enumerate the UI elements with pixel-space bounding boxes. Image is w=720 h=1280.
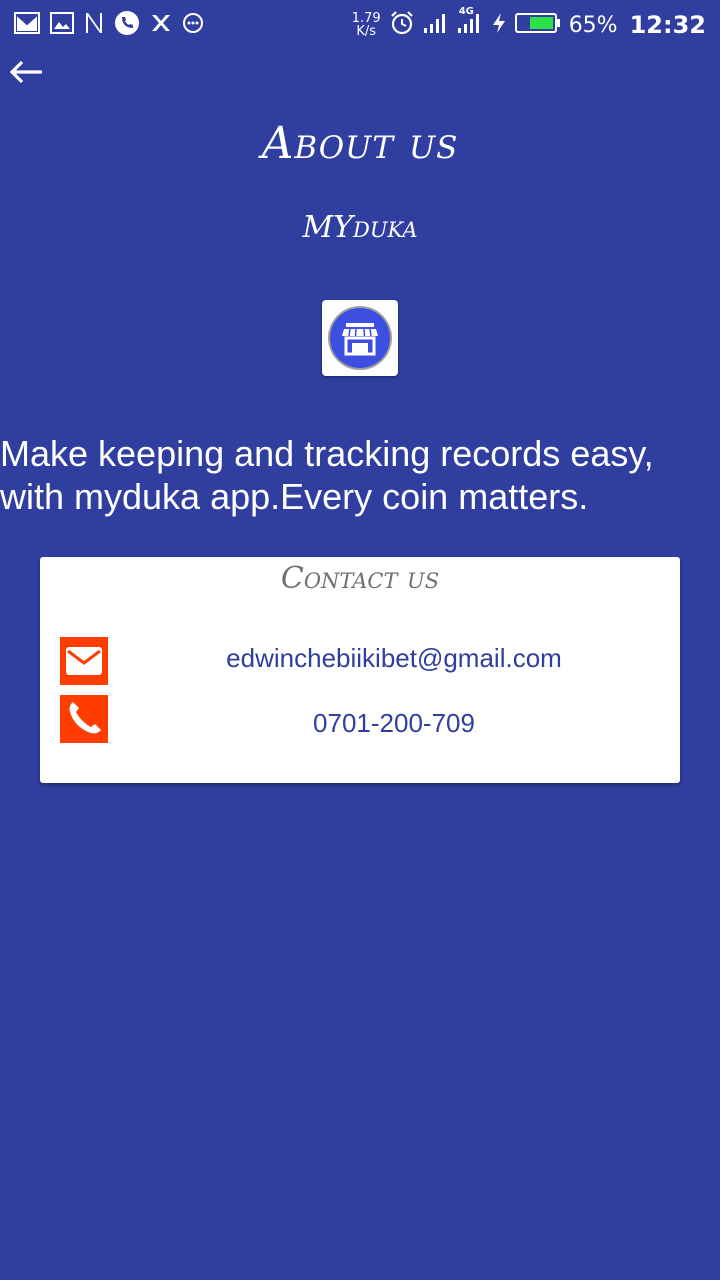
contact-email[interactable]: edwinchebiikibet@gmail.com bbox=[128, 643, 660, 674]
phone-call-icon bbox=[114, 10, 140, 40]
x-app-icon bbox=[150, 12, 172, 38]
back-button[interactable] bbox=[6, 56, 46, 88]
about-tagline: Make keeping and tracking records easy, … bbox=[0, 433, 654, 517]
store-icon bbox=[328, 306, 392, 370]
status-time: 12:32 bbox=[629, 11, 706, 39]
notification-icons bbox=[14, 10, 214, 40]
gmail-icon bbox=[14, 12, 40, 38]
page-title: About us bbox=[261, 118, 459, 169]
network-type-label: 4G bbox=[458, 6, 474, 17]
battery-percent: 65% bbox=[568, 12, 618, 38]
signal-4g-icon: 4G bbox=[457, 6, 483, 38]
charging-icon bbox=[491, 12, 507, 38]
contact-phone[interactable]: 0701-200-709 bbox=[128, 708, 660, 739]
contact-title: Contact us bbox=[280, 561, 440, 596]
app-name: MYduka bbox=[302, 210, 418, 245]
signal-icon bbox=[423, 12, 449, 38]
phone-icon-button[interactable] bbox=[60, 695, 108, 743]
email-icon bbox=[66, 647, 102, 675]
email-icon-button[interactable] bbox=[60, 637, 108, 685]
more-notifications-icon bbox=[182, 12, 204, 38]
net-speed-unit: K/s bbox=[356, 24, 377, 39]
alarm-icon bbox=[389, 10, 415, 40]
status-bar: 1.79 K/s 4G 65% 12:32 bbox=[0, 0, 720, 50]
net-speed: 1.79 K/s bbox=[352, 12, 381, 38]
phone-icon bbox=[69, 702, 101, 734]
system-icons: 1.79 K/s 4G 65% 12:32 bbox=[344, 6, 706, 40]
app-logo bbox=[322, 300, 398, 376]
image-icon bbox=[50, 12, 74, 38]
contact-card: Contact us edwinchebiikibet@gmail.com 07… bbox=[40, 557, 680, 783]
arrow-left-icon bbox=[9, 60, 42, 84]
battery-icon bbox=[514, 12, 561, 38]
n-letter-icon bbox=[84, 12, 104, 38]
